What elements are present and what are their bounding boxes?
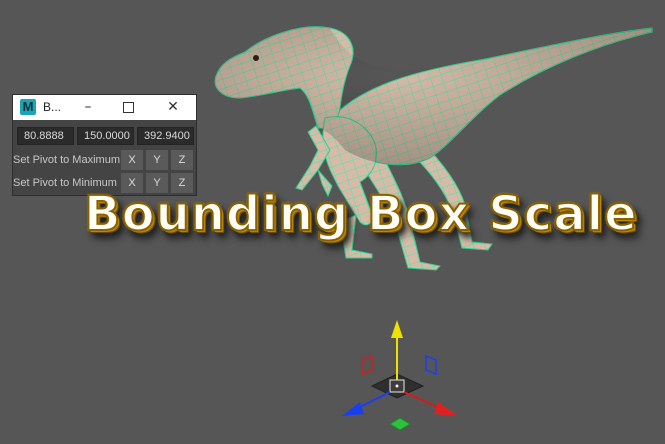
bbox-size-x-field[interactable]: 80.8888 bbox=[17, 127, 74, 145]
x-axis-handle[interactable] bbox=[434, 402, 458, 416]
bounding-box-tool-window: M B... – ✕ 80.8888 150.0000 392.9400 Set… bbox=[12, 94, 197, 196]
z-axis-handle[interactable] bbox=[342, 402, 364, 416]
set-pivot-max-label: Set Pivot to Maximum bbox=[13, 154, 120, 166]
close-icon: ✕ bbox=[167, 99, 179, 115]
yz-plane-handle[interactable] bbox=[425, 354, 437, 376]
pivot-max-z-button[interactable]: Z bbox=[171, 150, 193, 170]
bbox-size-z-field[interactable]: 392.9400 bbox=[137, 127, 194, 145]
window-title-bar[interactable]: M B... – ✕ bbox=[13, 95, 196, 120]
pivot-max-x-button[interactable]: X bbox=[121, 150, 143, 170]
xz-plane-handle[interactable] bbox=[389, 417, 411, 431]
overlay-title: Bounding Box Scale bbox=[83, 185, 638, 243]
y-axis-handle[interactable] bbox=[391, 320, 403, 338]
maximize-icon bbox=[122, 102, 134, 113]
window-title: B... bbox=[43, 100, 62, 114]
maximize-button[interactable] bbox=[113, 95, 143, 120]
move-manipulator[interactable] bbox=[342, 320, 458, 431]
maya-app-icon: M bbox=[20, 99, 36, 115]
minimize-icon: – bbox=[84, 99, 92, 115]
pivot-max-y-button[interactable]: Y bbox=[146, 150, 168, 170]
minimize-button[interactable]: – bbox=[73, 95, 103, 120]
bbox-size-y-field[interactable]: 150.0000 bbox=[77, 127, 134, 145]
xy-plane-handle[interactable] bbox=[361, 354, 373, 376]
close-button[interactable]: ✕ bbox=[158, 95, 188, 120]
